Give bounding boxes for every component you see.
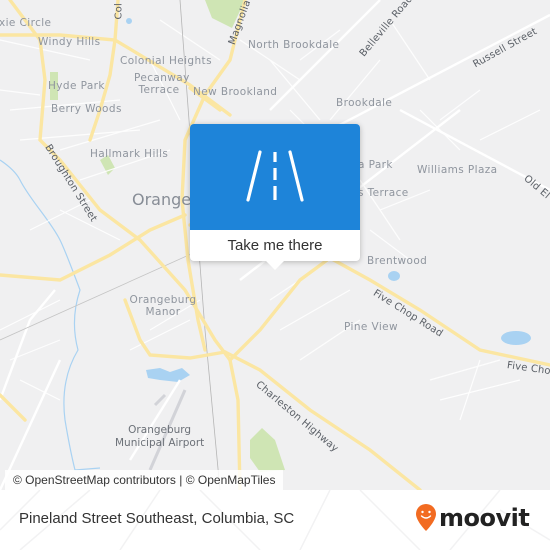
airport-label-line: Orangeburg [128,424,192,436]
place-label: Hyde Park [48,80,105,92]
road [0,393,27,422]
place-label: s Terrace [358,187,409,199]
place-label: Pecanway Terrace [134,72,190,96]
place-label: Berry Woods [51,103,122,115]
columbia-road [88,0,120,142]
five-chop-road [328,256,550,367]
place-label-line: Pecanway [134,72,190,84]
take-me-there-button[interactable]: Take me there [190,230,360,261]
road [0,213,187,282]
road [228,256,332,362]
place-label-line: Manor [145,306,181,318]
place-label: Windy Hills [38,36,101,48]
moovit-logo[interactable]: moovit [415,502,530,534]
park-area [250,428,285,472]
place-label: Brentwood [367,255,428,267]
place-label: New Brookland [193,86,278,98]
moovit-wordmark: moovit [439,504,530,532]
place-label: Colonial Heights [120,55,212,67]
map-attribution[interactable]: © OpenStreetMap contributors | © OpenMap… [5,470,284,490]
moovit-pin-icon [416,504,436,531]
location-address: Pineland Street Southeast, Columbia, SC [19,510,295,527]
place-label: xie Circle [0,17,52,29]
pond [126,18,132,24]
airport-label: Orangeburg Municipal Airport [115,424,204,450]
place-label: Hallmark Hills [90,148,169,160]
lake [501,331,531,345]
place-label-line: Orangeburg [129,294,197,306]
popup-banner [190,124,360,230]
place-label: Brookdale [336,97,393,109]
footer: Pineland Street Southeast, Columbia, SC … [0,490,550,550]
popup-pointer [266,261,284,270]
place-label: North Brookdale [248,39,340,51]
lake [146,368,190,382]
place-label: Orangeburg Manor [128,294,198,318]
place-label: Williams Plaza [417,164,498,176]
place-label: Pine View [344,321,398,333]
road-label: Col [113,3,125,20]
destination-popup[interactable]: Take me there [190,124,360,270]
place-label-line: Terrace [138,84,180,96]
airport-label-line: Municipal Airport [115,437,205,449]
place-label: a Park [358,159,393,171]
pond [388,271,400,281]
map-view[interactable]: xie Circle Windy Hills Colonial Heights … [0,0,550,490]
road-icon [246,150,304,202]
russell-street [329,13,550,132]
